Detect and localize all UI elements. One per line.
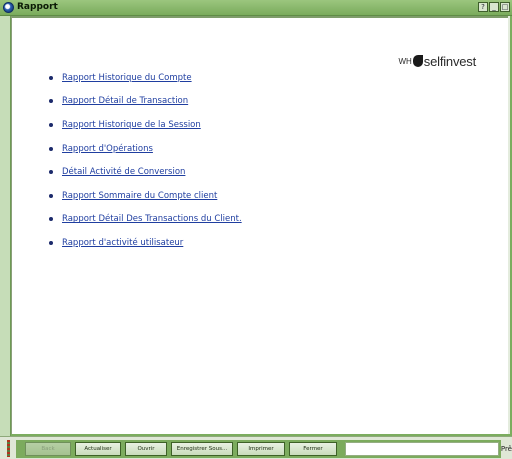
list-item: Rapport Sommaire du Compte client (49, 184, 242, 208)
minimize-button[interactable]: _ (489, 2, 499, 12)
title-bar: Rapport ? _ □ (0, 0, 512, 16)
maximize-button[interactable]: □ (500, 2, 510, 12)
list-item: Rapport Détail de Transaction (49, 90, 242, 114)
window-controls: ? _ □ (478, 2, 510, 12)
refresh-button[interactable]: Actualiser (75, 442, 121, 456)
report-link-transaction-detail[interactable]: Rapport Détail de Transaction (62, 96, 188, 106)
report-link-client-account-summary[interactable]: Rapport Sommaire du Compte client (62, 191, 217, 201)
list-item: Détail Activité de Conversion (49, 160, 242, 184)
bottom-toolbar: Back Actualiser Ouvrir Enregistrer Sous.… (0, 436, 512, 459)
list-item: Rapport Détail Des Transactions du Clien… (49, 208, 242, 232)
logo-leaf-icon (412, 55, 423, 67)
logo-name: selfinvest (423, 53, 476, 69)
bullet-icon (49, 146, 53, 151)
bullet-icon (49, 193, 53, 198)
report-link-session-history[interactable]: Rapport Historique de la Session (62, 120, 201, 130)
list-item: Rapport d'Opérations (49, 137, 242, 161)
left-panel-edge (0, 16, 11, 436)
bullet-icon (49, 99, 53, 104)
app-globe-icon (3, 2, 14, 13)
report-link-user-activity[interactable]: Rapport d'activité utilisateur (62, 238, 183, 248)
bullet-icon (49, 75, 53, 80)
report-link-account-history[interactable]: Rapport Historique du Compte (62, 73, 192, 83)
status-text: Prê (500, 445, 512, 453)
back-button[interactable]: Back (25, 442, 71, 456)
help-button[interactable]: ? (478, 2, 488, 12)
report-link-operations[interactable]: Rapport d'Opérations (62, 144, 153, 154)
status-field (345, 442, 499, 456)
report-window: Rapport ? _ □ WH selfinvest Rapport Hist… (0, 0, 512, 459)
bullet-icon (49, 240, 53, 245)
save-as-button[interactable]: Enregistrer Sous... (171, 442, 233, 456)
print-button[interactable]: Imprimer (237, 442, 285, 456)
list-item: Rapport d'activité utilisateur (49, 231, 242, 255)
bullet-icon (49, 122, 53, 127)
report-list: Rapport Historique du Compte Rapport Dét… (49, 66, 242, 255)
open-button[interactable]: Ouvrir (125, 442, 167, 456)
report-link-client-transaction-detail[interactable]: Rapport Détail Des Transactions du Clien… (62, 214, 242, 224)
bullet-icon (49, 217, 53, 222)
toolbar-grip-icon (7, 440, 10, 457)
close-button[interactable]: Fermer (289, 442, 337, 456)
logo-prefix: WH (398, 56, 412, 66)
bullet-icon (49, 170, 53, 175)
report-content-pane: WH selfinvest Rapport Historique du Comp… (11, 16, 510, 434)
list-item: Rapport Historique de la Session (49, 113, 242, 137)
report-link-conversion-activity[interactable]: Détail Activité de Conversion (62, 167, 185, 177)
list-item: Rapport Historique du Compte (49, 66, 242, 90)
vertical-scrollbar[interactable] (508, 16, 510, 434)
window-title: Rapport (17, 2, 58, 12)
whselfinvest-logo: WH selfinvest (398, 52, 476, 70)
